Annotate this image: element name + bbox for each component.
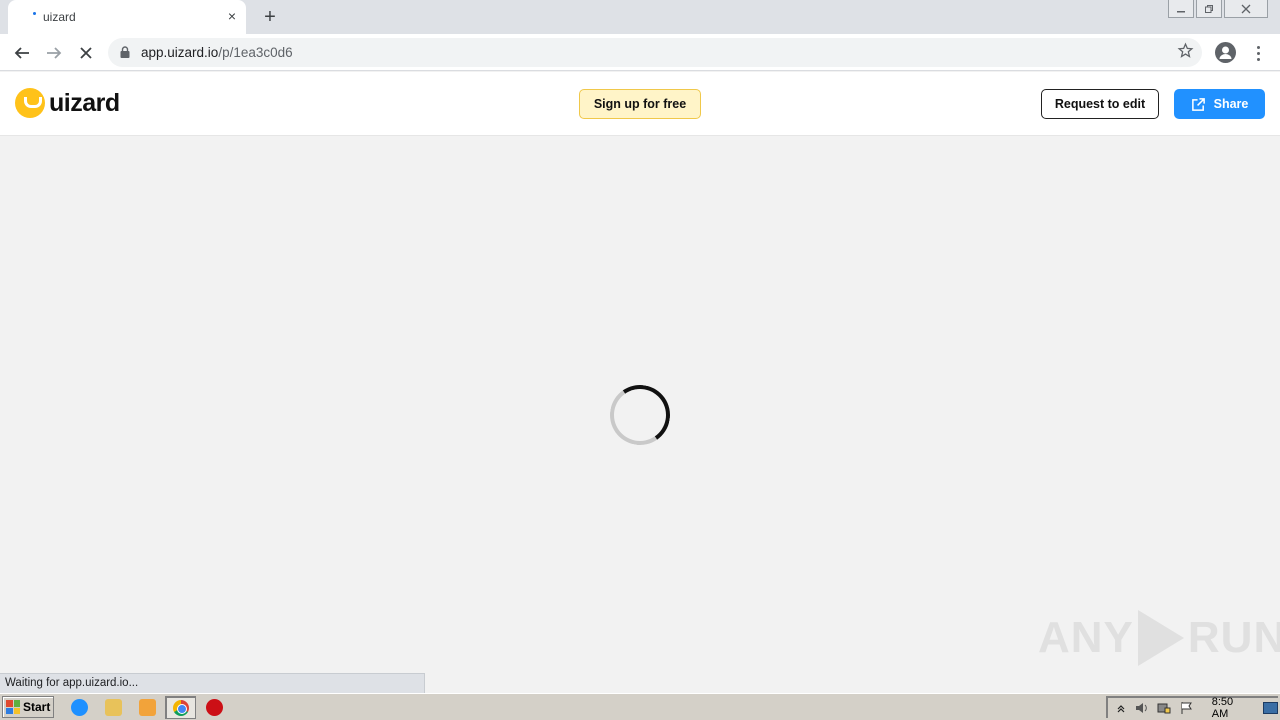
profile-avatar-icon[interactable] <box>1215 42 1236 63</box>
browser-menu-icon[interactable] <box>1250 40 1266 66</box>
share-label: Share <box>1213 97 1249 111</box>
window-close-icon[interactable] <box>1224 0 1268 18</box>
url-path: /p/1ea3c0d6 <box>218 45 293 60</box>
url-host: app.uizard.io <box>141 45 219 60</box>
menu-dot <box>1256 57 1260 61</box>
uizard-logo[interactable]: uizard <box>15 88 120 118</box>
page-header: uizard Sign up for free Request to edit … <box>0 72 1280 136</box>
windows-logo-icon <box>6 700 20 714</box>
tab-strip: uizard × + <box>0 0 1280 34</box>
chrome-taskbar-button[interactable] <box>165 696 196 719</box>
new-tab-button[interactable]: + <box>259 6 281 28</box>
internet-explorer-icon[interactable] <box>71 699 88 716</box>
chrome-icon <box>173 700 189 716</box>
tab-close-icon[interactable]: × <box>224 8 240 24</box>
request-to-edit-button[interactable]: Request to edit <box>1041 89 1159 119</box>
show-desktop-icon[interactable] <box>1262 701 1278 714</box>
tray-expand-icon[interactable] <box>1113 701 1128 715</box>
start-label: Start <box>23 700 51 714</box>
uizard-logo-icon <box>15 88 45 118</box>
tab-loading-icon <box>33 12 36 15</box>
address-bar[interactable]: app.uizard.io/p/1ea3c0d6 <box>108 38 1202 67</box>
anyrun-watermark: ANY RUN <box>1038 610 1280 666</box>
stop-loading-icon[interactable] <box>73 40 99 66</box>
network-icon[interactable] <box>1156 701 1172 715</box>
action-center-flag-icon[interactable] <box>1178 701 1193 715</box>
opera-icon[interactable] <box>206 699 223 716</box>
browser-tab[interactable]: uizard × <box>8 0 246 34</box>
restore-icon[interactable] <box>1196 0 1222 18</box>
loading-spinner <box>605 380 675 450</box>
window-controls <box>1168 0 1268 18</box>
signup-button[interactable]: Sign up for free <box>579 89 701 119</box>
menu-dot <box>1256 51 1260 55</box>
lock-icon <box>120 46 130 58</box>
volume-icon[interactable] <box>1134 701 1150 715</box>
windows-taskbar: Start 8:50 AM <box>0 693 1280 720</box>
menu-dot <box>1256 45 1260 49</box>
watermark-right: RUN <box>1187 613 1280 662</box>
browser-toolbar: app.uizard.io/p/1ea3c0d6 <box>0 34 1280 71</box>
back-arrow-icon[interactable] <box>9 40 35 66</box>
play-icon <box>1137 610 1184 666</box>
logo-text: uizard <box>49 88 120 117</box>
forward-arrow-icon[interactable] <box>41 40 67 66</box>
status-bubble: Waiting for app.uizard.io... <box>0 673 425 693</box>
external-link-icon <box>1191 97 1205 111</box>
url-text: app.uizard.io/p/1ea3c0d6 <box>141 45 293 60</box>
system-tray: 8:50 AM <box>1106 696 1278 720</box>
watermark-left: ANY <box>1038 613 1134 662</box>
bookmark-star-icon[interactable] <box>1177 42 1194 59</box>
tab-title: uizard <box>43 10 76 24</box>
start-button[interactable]: Start <box>2 696 54 718</box>
minimize-icon[interactable] <box>1168 0 1194 18</box>
file-explorer-icon[interactable] <box>105 699 122 716</box>
media-player-icon[interactable] <box>139 699 156 716</box>
share-button[interactable]: Share <box>1174 89 1265 119</box>
taskbar-clock[interactable]: 8:50 AM <box>1212 696 1251 720</box>
